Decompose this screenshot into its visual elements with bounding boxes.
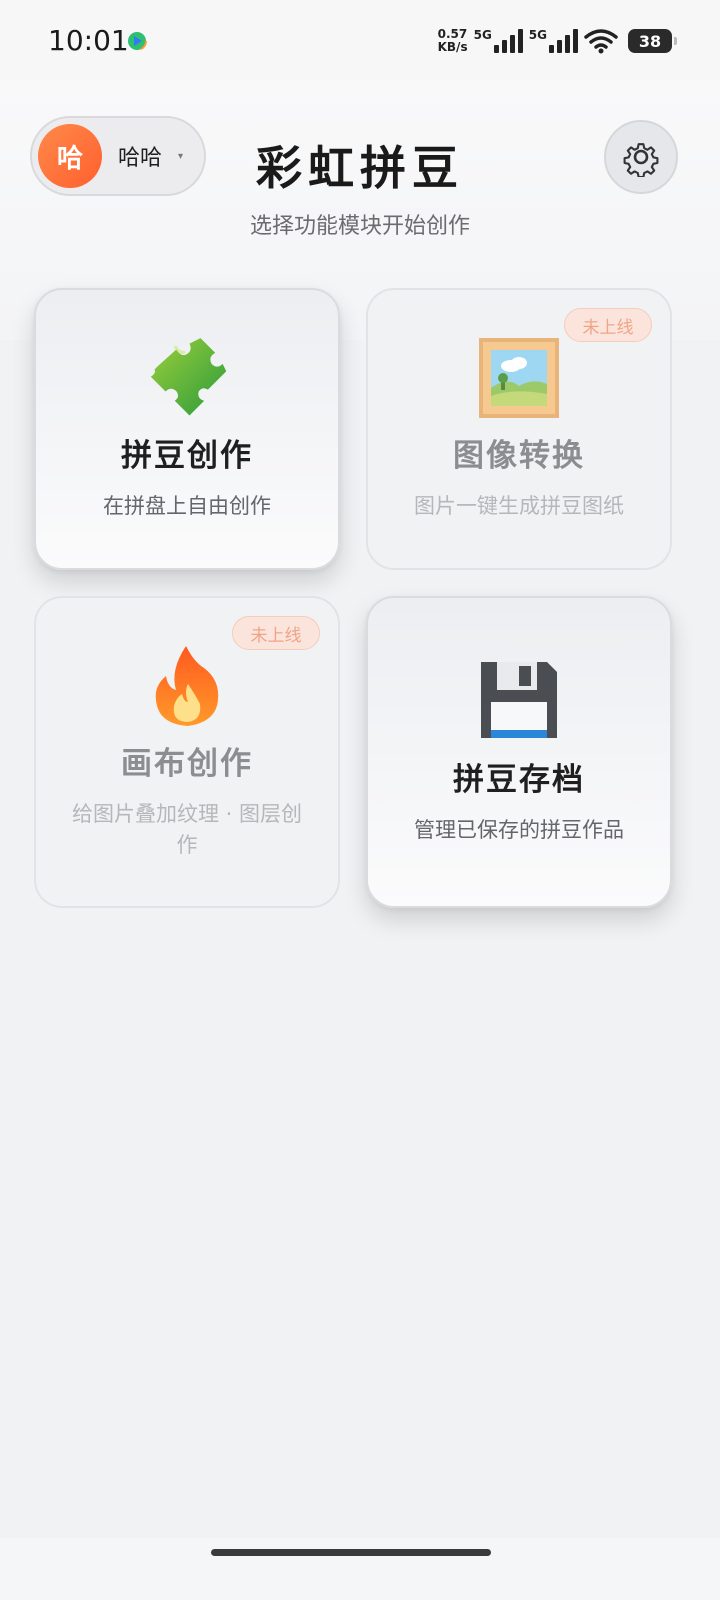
card-title: 图像转换	[453, 438, 585, 474]
status-badge: 未上线	[564, 308, 652, 342]
page-subtitle: 选择功能模块开始创作	[249, 214, 470, 239]
signal-bars-icon	[493, 29, 523, 53]
card-pindou-create[interactable]: 拼豆创作 在拼盘上自由创作	[34, 288, 340, 570]
card-image-convert[interactable]: 未上线 图像转换 图片一键生成拼豆图纸	[366, 288, 672, 570]
card-pindou-archive[interactable]: 拼豆存档 管理已保存的拼豆作品	[366, 596, 672, 908]
wifi-icon	[584, 29, 618, 54]
gear-icon	[623, 143, 659, 177]
card-title: 拼豆存档	[453, 762, 585, 798]
card-description: 在拼盘上自由创作	[103, 494, 271, 518]
network-type-2: 5G	[528, 28, 547, 42]
signal-2: 5G	[529, 29, 578, 53]
card-description: 给图片叠加纹理 · 图层创作	[71, 802, 303, 857]
network-type-1: 5G	[473, 28, 492, 42]
signal-bars-icon	[549, 29, 578, 53]
framed-picture-icon	[479, 338, 559, 418]
settings-button[interactable]	[604, 120, 678, 194]
signal-1: 5G	[474, 29, 523, 53]
status-time: 10:01	[48, 24, 129, 57]
floppy-disk-icon	[481, 662, 557, 738]
status-indicators: 0.57 KB/s 5G 5G 38	[438, 24, 677, 58]
navigation-bar	[0, 1538, 720, 1600]
speed-unit: KB/s	[437, 40, 468, 54]
card-description: 图片一键生成拼豆图纸	[414, 494, 624, 518]
battery-icon: 38	[628, 29, 677, 53]
status-bar: 10:01 0.57 KB/s 5G 5G 38	[0, 0, 720, 80]
card-title: 拼豆创作	[121, 438, 253, 474]
network-speed: 0.57 KB/s	[438, 28, 468, 54]
puzzle-icon	[150, 338, 227, 416]
status-badge: 未上线	[232, 616, 320, 650]
card-canvas-create[interactable]: 未上线 画布创作 给图片叠加纹理 · 图层创作	[34, 596, 340, 908]
card-title: 画布创作	[121, 746, 253, 782]
video-app-icon	[127, 31, 147, 51]
home-indicator[interactable]	[211, 1549, 491, 1556]
fire-icon	[155, 646, 219, 726]
card-description: 管理已保存的拼豆作品	[414, 818, 624, 842]
